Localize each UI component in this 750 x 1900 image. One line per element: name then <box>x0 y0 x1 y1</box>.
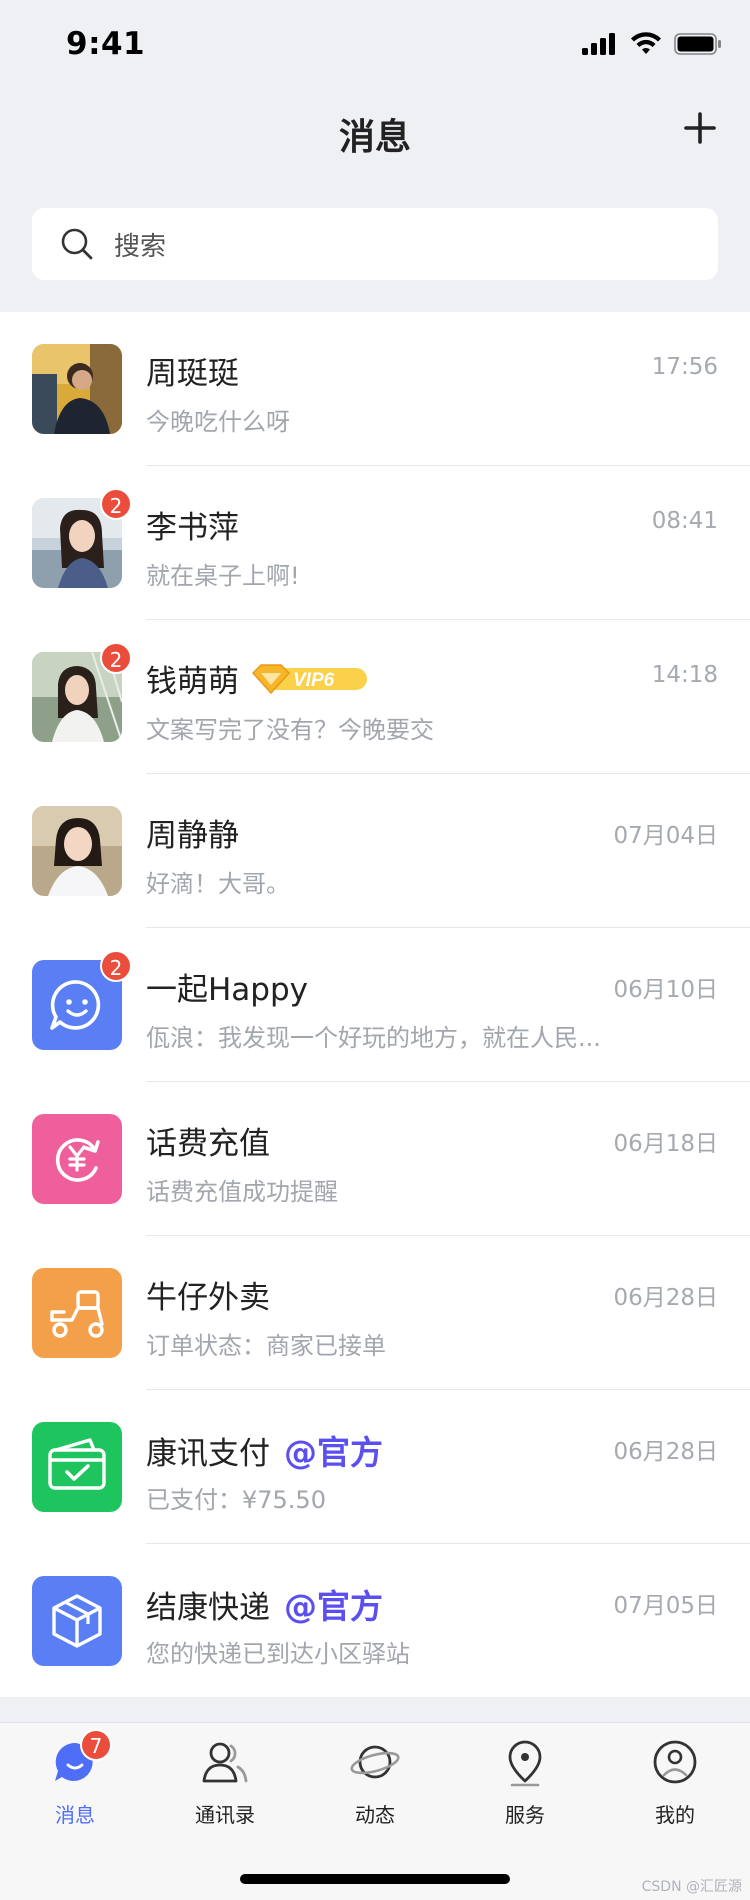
status-time: 9:41 <box>66 26 146 62</box>
search-icon <box>61 228 93 260</box>
conversation-item[interactable]: 周静静 07月04日 好滴！大哥。 <box>0 774 750 928</box>
conversation-time: 08:41 <box>651 508 718 534</box>
conversation-preview: 就在桌子上啊! <box>146 562 300 590</box>
watermark: CSDN @汇匠源 <box>641 1879 742 1895</box>
conversation-time: 06月28日 <box>613 1285 718 1311</box>
planet-icon <box>350 1737 400 1787</box>
yen-refresh-icon <box>32 1114 122 1204</box>
conversation-preview: 话费充值成功提醒 <box>146 1178 338 1206</box>
unread-badge: 2 <box>100 950 132 982</box>
conversation-time: 07月04日 <box>613 823 718 849</box>
conversation-name: 周静静 <box>146 818 239 854</box>
tab-services[interactable]: 服务 <box>450 1737 600 1847</box>
vip-badge: VIP6 <box>251 663 367 694</box>
package-box-icon <box>32 1576 122 1666</box>
tab-messages[interactable]: 7 消息 <box>0 1729 150 1847</box>
conversation-item[interactable]: 2 一起Happy 06月10日 佤浪：我发现一个好玩的地方，就在人民... <box>0 928 750 1082</box>
conversation-item[interactable]: 康讯支付 @官方 06月28日 已支付：¥75.50 <box>0 1390 750 1544</box>
conversation-item[interactable]: 话费充值 06月18日 话费充值成功提醒 <box>0 1082 750 1236</box>
tab-label: 服务 <box>505 1803 545 1827</box>
conversation-name: 话费充值 <box>146 1126 270 1162</box>
unread-badge: 2 <box>100 488 132 520</box>
page-title: 消息 <box>338 117 411 158</box>
plus-icon <box>684 112 716 144</box>
conversation-preview: 今晚吃什么呀 <box>146 408 290 436</box>
search-placeholder: 搜索 <box>114 231 167 262</box>
svg-text:VIP6: VIP6 <box>293 670 335 691</box>
contacts-icon <box>200 1737 250 1787</box>
message-icon: 7 <box>50 1729 112 1787</box>
wallet-check-icon <box>32 1422 122 1512</box>
tab-badge: 7 <box>80 1729 112 1761</box>
conversation-preview: 已支付：¥75.50 <box>146 1486 326 1514</box>
conversation-time: 17:56 <box>651 354 718 380</box>
search-input[interactable]: 搜索 <box>32 208 718 280</box>
official-tag: @官方 <box>284 1433 383 1472</box>
conversation-preview: 文案写完了没有？今晚要交 <box>146 716 434 744</box>
add-button[interactable] <box>680 108 720 148</box>
cellular-signal-icon <box>582 33 615 55</box>
conversation-item[interactable]: 结康快递 @官方 07月05日 您的快递已到达小区驿站 <box>0 1544 750 1698</box>
conversation-time: 06月28日 <box>613 1439 718 1465</box>
tab-label: 消息 <box>55 1803 95 1827</box>
status-bar: 9:41 <box>0 0 750 90</box>
wifi-icon <box>631 32 661 54</box>
tab-label: 动态 <box>355 1803 395 1827</box>
tab-moments[interactable]: 动态 <box>300 1737 450 1847</box>
navigation-bar: 消息 <box>0 90 750 190</box>
conversation-item[interactable]: 周珽珽 17:56 今晚吃什么呀 <box>0 312 750 466</box>
conversation-time: 06月10日 <box>613 977 718 1003</box>
unread-badge: 2 <box>100 642 132 674</box>
conversation-time: 06月18日 <box>613 1131 718 1157</box>
profile-icon <box>650 1737 700 1787</box>
scooter-icon <box>32 1268 122 1358</box>
conversation-time: 14:18 <box>651 662 718 688</box>
conversation-list: 周珽珽 17:56 今晚吃什么呀 2 李书萍 08:41 就在桌子上啊! 2 钱… <box>0 312 750 1697</box>
conversation-preview: 您的快递已到达小区驿站 <box>146 1640 410 1668</box>
conversation-preview: 好滴！大哥。 <box>146 870 290 898</box>
tab-label: 我的 <box>655 1803 695 1827</box>
tab-label: 通讯录 <box>195 1803 255 1827</box>
conversation-name: 康讯支付 @官方 <box>146 1426 383 1474</box>
conversation-name: 钱萌萌 VIP6 <box>146 656 371 701</box>
location-pin-icon <box>500 1737 550 1787</box>
home-indicator <box>240 1874 510 1884</box>
conversation-item[interactable]: 牛仔外卖 06月28日 订单状态：商家已接单 <box>0 1236 750 1390</box>
conversation-time: 07月05日 <box>613 1593 718 1619</box>
battery-icon <box>674 33 721 55</box>
tab-contacts[interactable]: 通讯录 <box>150 1737 300 1847</box>
conversation-item[interactable]: 2 钱萌萌 VIP6 14:18 文案写完了没有？今晚要交 <box>0 620 750 774</box>
conversation-name: 一起Happy <box>146 972 309 1008</box>
conversation-item[interactable]: 2 李书萍 08:41 就在桌子上啊! <box>0 466 750 620</box>
conversation-preview: 佤浪：我发现一个好玩的地方，就在人民... <box>146 1024 601 1052</box>
official-tag: @官方 <box>284 1587 383 1626</box>
avatar-photo-female <box>32 806 122 896</box>
status-icons <box>582 32 722 56</box>
conversation-name: 李书萍 <box>146 510 239 546</box>
tab-profile[interactable]: 我的 <box>600 1737 750 1847</box>
conversation-name: 牛仔外卖 <box>146 1280 270 1316</box>
conversation-name: 周珽珽 <box>146 356 239 392</box>
conversation-preview: 订单状态：商家已接单 <box>146 1332 386 1360</box>
conversation-name: 结康快递 @官方 <box>146 1580 383 1628</box>
avatar-photo-male <box>32 344 122 434</box>
